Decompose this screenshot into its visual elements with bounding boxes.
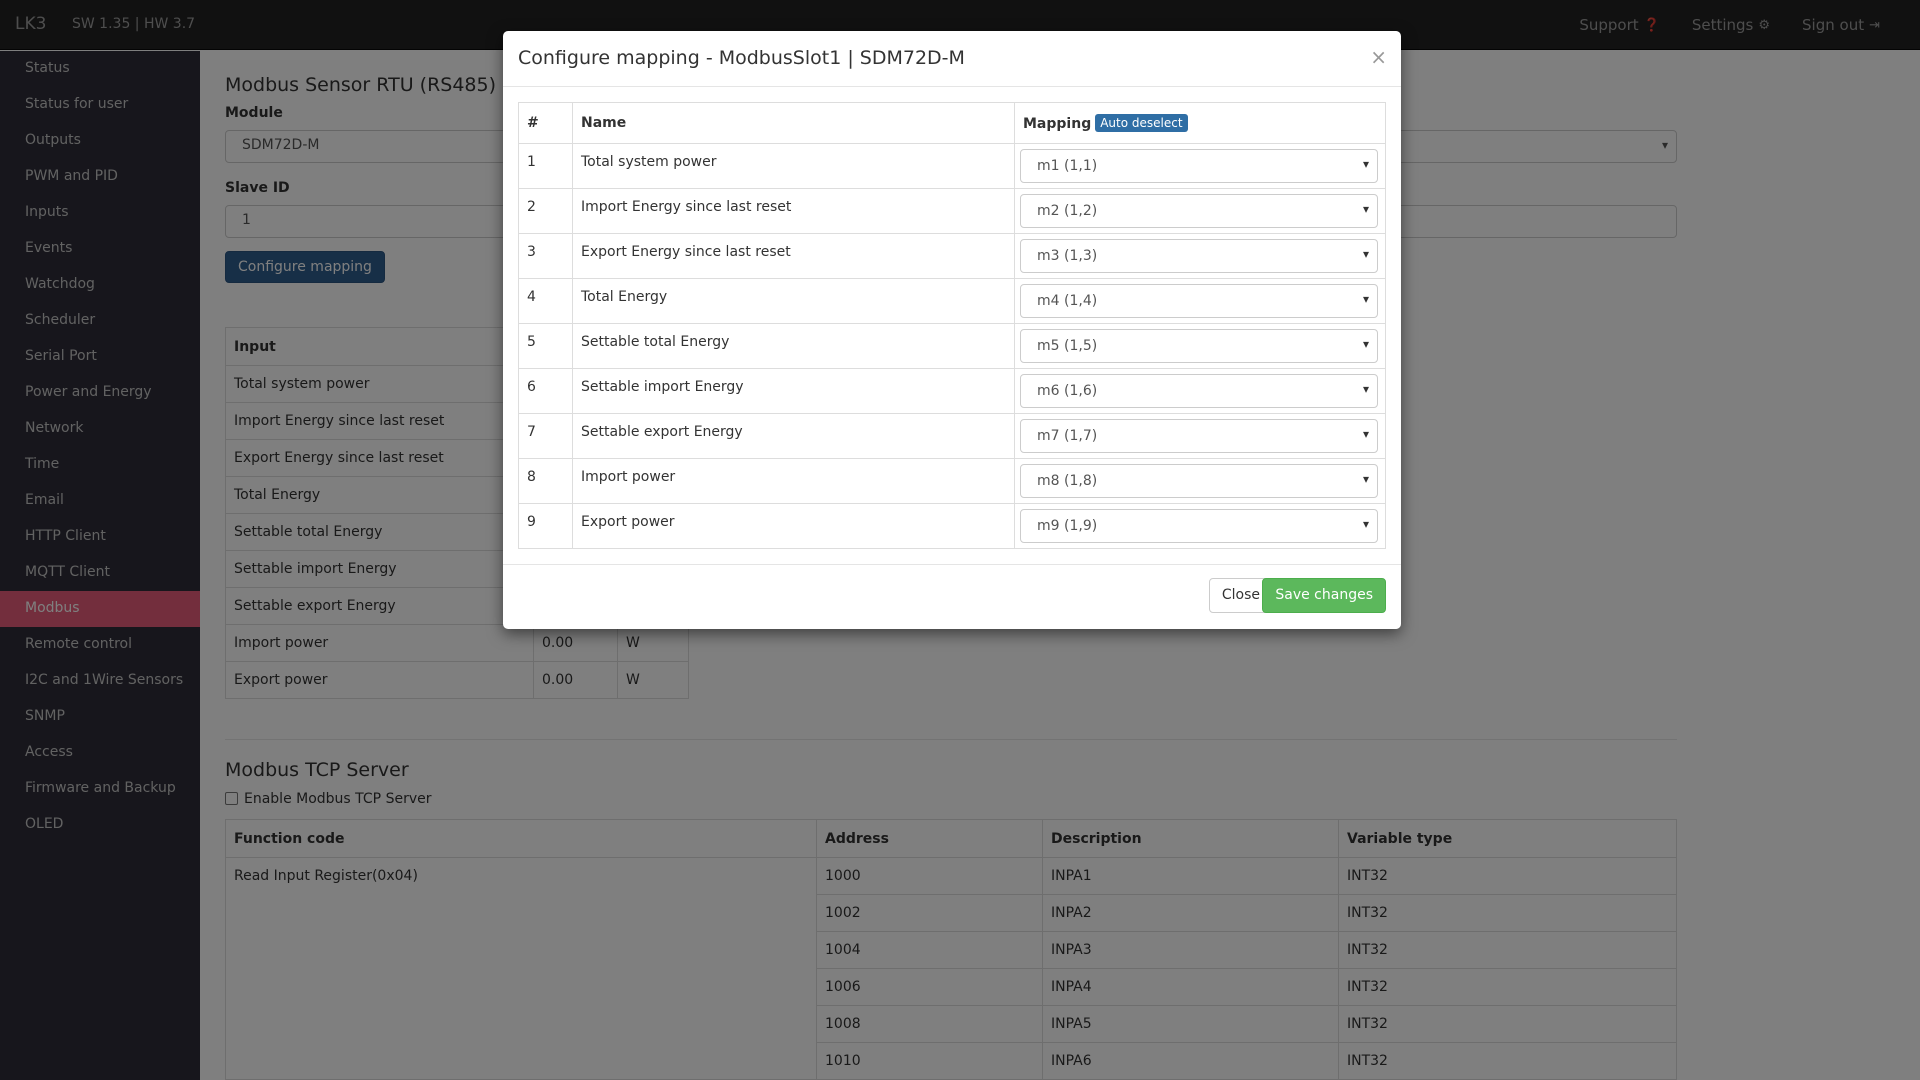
mapping-select-value: m8 (1,8) (1037, 473, 1098, 489)
mapping-select[interactable]: m3 (1,3) ▾ (1020, 239, 1378, 273)
chevron-down-icon: ▾ (1362, 202, 1369, 216)
row-number: 8 (518, 458, 573, 504)
table-row: 3 Export Energy since last reset m3 (1,3… (518, 233, 1386, 279)
row-name: Export power (572, 503, 1015, 549)
auto-deselect-button[interactable]: Auto deselect (1095, 114, 1188, 132)
mapping-column-header: Mapping Auto deselect (1014, 102, 1386, 144)
row-number: 2 (518, 188, 573, 234)
row-name: Import power (572, 458, 1015, 504)
mapping-select[interactable]: m4 (1,4) ▾ (1020, 284, 1378, 318)
mapping-select-value: m9 (1,9) (1037, 518, 1098, 534)
table-row: 6 Settable import Energy m6 (1,6) ▾ (518, 368, 1386, 414)
table-row: 7 Settable export Energy m7 (1,7) ▾ (518, 413, 1386, 459)
table-row: 1 Total system power m1 (1,1) ▾ (518, 143, 1386, 189)
mapping-select[interactable]: m5 (1,5) ▾ (1020, 329, 1378, 363)
table-row: 8 Import power m8 (1,8) ▾ (518, 458, 1386, 504)
table-row: 5 Settable total Energy m5 (1,5) ▾ (518, 323, 1386, 369)
mapping-table: # Name Mapping Auto deselect 1 Total syst… (518, 102, 1386, 549)
mapping-select[interactable]: m8 (1,8) ▾ (1020, 464, 1378, 498)
num-column-header: # (518, 102, 573, 144)
mapping-select-value: m7 (1,7) (1037, 428, 1098, 444)
mapping-select-value: m6 (1,6) (1037, 383, 1098, 399)
row-name: Settable import Energy (572, 368, 1015, 414)
row-name: Total system power (572, 143, 1015, 189)
mapping-header-label: Mapping (1023, 116, 1092, 132)
chevron-down-icon: ▾ (1362, 247, 1369, 261)
mapping-select[interactable]: m9 (1,9) ▾ (1020, 509, 1378, 543)
chevron-down-icon: ▾ (1362, 157, 1369, 171)
name-column-header: Name (572, 102, 1015, 144)
mapping-select-value: m2 (1,2) (1037, 203, 1098, 219)
modal-body: # Name Mapping Auto deselect 1 Total syst… (518, 102, 1386, 549)
chevron-down-icon: ▾ (1362, 517, 1369, 531)
row-number: 1 (518, 143, 573, 189)
row-number: 6 (518, 368, 573, 414)
modal-header: Configure mapping - ModbusSlot1 | SDM72D… (503, 31, 1401, 87)
row-name: Total Energy (572, 278, 1015, 324)
chevron-down-icon: ▾ (1362, 472, 1369, 486)
table-row: 2 Import Energy since last reset m2 (1,2… (518, 188, 1386, 234)
configure-mapping-modal: Configure mapping - ModbusSlot1 | SDM72D… (503, 31, 1401, 629)
mapping-select[interactable]: m1 (1,1) ▾ (1020, 149, 1378, 183)
close-icon[interactable]: × (1370, 45, 1387, 69)
mapping-select-value: m1 (1,1) (1037, 158, 1098, 174)
row-name: Import Energy since last reset (572, 188, 1015, 234)
modal-title: Configure mapping - ModbusSlot1 | SDM72D… (518, 47, 965, 69)
row-number: 3 (518, 233, 573, 279)
row-number: 4 (518, 278, 573, 324)
mapping-select-value: m3 (1,3) (1037, 248, 1098, 264)
table-row: 9 Export power m9 (1,9) ▾ (518, 503, 1386, 549)
row-number: 9 (518, 503, 573, 549)
chevron-down-icon: ▾ (1362, 427, 1369, 441)
row-name: Settable total Energy (572, 323, 1015, 369)
row-number: 5 (518, 323, 573, 369)
row-name: Settable export Energy (572, 413, 1015, 459)
mapping-select[interactable]: m6 (1,6) ▾ (1020, 374, 1378, 408)
chevron-down-icon: ▾ (1362, 382, 1369, 396)
chevron-down-icon: ▾ (1362, 337, 1369, 351)
table-row: 4 Total Energy m4 (1,4) ▾ (518, 278, 1386, 324)
row-number: 7 (518, 413, 573, 459)
mapping-select-value: m5 (1,5) (1037, 338, 1098, 354)
save-changes-button[interactable]: Save changes (1262, 578, 1386, 613)
mapping-select-value: m4 (1,4) (1037, 293, 1098, 309)
mapping-select[interactable]: m7 (1,7) ▾ (1020, 419, 1378, 453)
chevron-down-icon: ▾ (1362, 292, 1369, 306)
row-name: Export Energy since last reset (572, 233, 1015, 279)
mapping-select[interactable]: m2 (1,2) ▾ (1020, 194, 1378, 228)
